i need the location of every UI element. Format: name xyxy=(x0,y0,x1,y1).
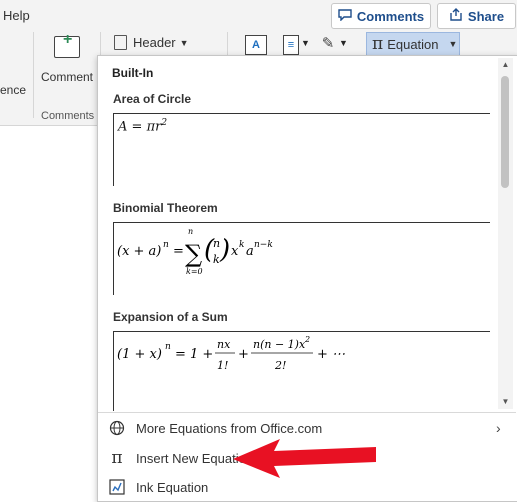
pi-icon: π xyxy=(111,448,123,468)
header-icon xyxy=(114,35,127,50)
svg-text:n: n xyxy=(165,342,171,352)
gallery-item-title: Area of Circle xyxy=(113,92,192,106)
equation-formula: (x + a) n = n ∑ k=0 ( n k ) x k a n−k xyxy=(117,227,273,276)
annotation-arrow-icon xyxy=(233,439,376,478)
gallery-scrollbar[interactable]: ▲ ▼ xyxy=(498,58,513,409)
svg-text:nx: nx xyxy=(217,338,231,351)
gallery-item-title: Binomial Theorem xyxy=(113,201,218,215)
svg-text:=: = xyxy=(173,244,184,259)
ribbon-separator xyxy=(33,32,34,118)
ink-equation-label: Ink Equation xyxy=(136,479,209,495)
svg-text:n: n xyxy=(188,227,193,236)
equation-button-label: Equation xyxy=(387,36,439,52)
svg-text:k: k xyxy=(213,253,220,266)
partial-command-label[interactable]: ence xyxy=(0,83,26,97)
svg-text:+ ⋯: + ⋯ xyxy=(317,347,345,362)
comments-group-label: Comments xyxy=(41,110,95,122)
equation-formula: (1 + x) n = 1 + nx 1! + n(n − 1)x 2 2! +… xyxy=(117,335,345,372)
gallery-item-area-of-circle[interactable]: A = πr2 xyxy=(113,113,490,186)
gallery-item-expansion-of-a-sum[interactable]: (1 + x) n = 1 + nx 1! + n(n − 1)x 2 2! +… xyxy=(113,331,490,411)
chevron-down-icon[interactable]: ▼ xyxy=(301,38,310,48)
globe-icon xyxy=(108,419,126,437)
signature-line-icon[interactable]: ✎ xyxy=(318,35,338,53)
comments-button[interactable]: Comments xyxy=(331,3,431,29)
svg-text:+: + xyxy=(238,347,249,362)
menu-help[interactable]: Help xyxy=(3,8,30,23)
header-button-label: Header xyxy=(133,35,176,50)
scroll-up-icon[interactable]: ▲ xyxy=(498,58,513,72)
new-comment-label: Comment xyxy=(41,70,94,84)
document-canvas[interactable] xyxy=(0,140,95,500)
svg-text:1!: 1! xyxy=(217,359,228,372)
svg-text:a: a xyxy=(246,244,254,259)
svg-text:k: k xyxy=(239,240,244,250)
share-button[interactable]: Share xyxy=(437,3,516,29)
svg-text:2!: 2! xyxy=(274,359,286,372)
comments-button-label: Comments xyxy=(356,8,425,24)
new-comment-icon: + xyxy=(54,31,80,58)
svg-text:n(n − 1)x: n(n − 1)x xyxy=(253,338,306,351)
share-icon xyxy=(449,8,463,24)
svg-text:∑: ∑ xyxy=(185,240,202,268)
speech-bubble-icon xyxy=(338,8,352,24)
new-comment-command[interactable]: + Comment xyxy=(38,30,100,114)
header-button[interactable]: Header ▼ xyxy=(114,35,189,50)
text-box-icon[interactable]: A xyxy=(245,35,267,55)
svg-text:(1 + x): (1 + x) xyxy=(117,347,162,362)
equation-gallery: Built-In Area of Circle A = πr2 Binomial… xyxy=(98,56,496,411)
svg-text:k=0: k=0 xyxy=(186,267,203,276)
svg-text:): ) xyxy=(219,235,230,265)
gallery-section-label: Built-In xyxy=(112,66,154,80)
svg-text:x: x xyxy=(231,244,239,259)
share-button-label: Share xyxy=(467,8,505,24)
svg-text:(x + a): (x + a) xyxy=(117,244,161,259)
gallery-item-title: Expansion of a Sum xyxy=(113,310,228,324)
equation-formula: A = πr2 xyxy=(118,118,168,135)
svg-text:n−k: n−k xyxy=(254,240,273,250)
chevron-down-icon: ▼ xyxy=(179,37,189,48)
svg-text:= 1 +: = 1 + xyxy=(175,347,213,362)
menu-divider xyxy=(98,412,516,413)
svg-text:2: 2 xyxy=(304,335,310,344)
chevron-right-icon: › xyxy=(496,420,501,436)
scroll-down-icon[interactable]: ▼ xyxy=(498,395,513,409)
chevron-down-icon[interactable]: ▼ xyxy=(339,38,348,48)
scroll-thumb[interactable] xyxy=(501,76,509,188)
quick-parts-icon[interactable]: ≡ xyxy=(283,35,299,55)
svg-text:n: n xyxy=(163,240,169,250)
ink-pen-icon xyxy=(108,478,126,496)
chevron-down-icon: ▼ xyxy=(448,39,458,49)
pi-icon: π xyxy=(372,34,384,54)
equation-button[interactable]: π Equation ▼ xyxy=(366,32,460,56)
gallery-item-binomial-theorem[interactable]: (x + a) n = n ∑ k=0 ( n k ) x k a n−k xyxy=(113,222,490,295)
